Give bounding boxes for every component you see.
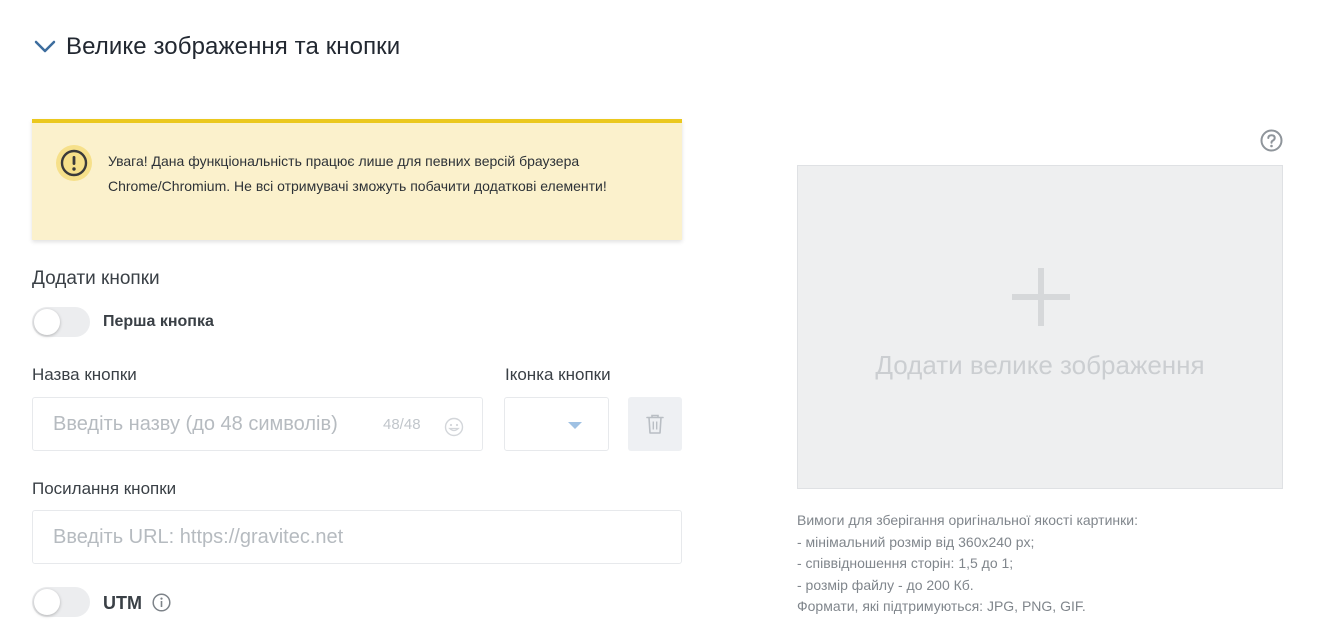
caret-down-icon: [568, 422, 582, 429]
button-name-label: Назва кнопки: [32, 365, 137, 384]
section-header[interactable]: Велике зображення та кнопки: [34, 33, 400, 61]
requirement-line: - співвідношення сторін: 1,5 до 1;: [797, 555, 1014, 571]
requirement-line: - розмір файлу - до 200 Кб.: [797, 576, 974, 593]
requirement-line: Вимоги для зберігання оригінальної якост…: [797, 512, 1138, 528]
utm-toggle-label: UTM: [103, 593, 142, 613]
requirement-line: Формати, які підтримуються: JPG, PNG, GI…: [797, 598, 1086, 614]
toggle-knob: [34, 309, 60, 335]
info-icon[interactable]: [152, 593, 171, 612]
delete-button[interactable]: [628, 397, 682, 451]
image-upload-dropzone[interactable]: Додати велике зображення: [797, 165, 1283, 489]
warning-banner: Увага! Дана функціональність працює лише…: [32, 119, 682, 240]
trash-icon: [646, 414, 664, 434]
requirement-line: - мінімальний розмір від 360х240 px;: [797, 533, 1035, 550]
plus-icon: [1012, 268, 1070, 326]
first-button-toggle[interactable]: [32, 307, 90, 337]
image-upload-label: Додати велике зображення: [875, 350, 1205, 380]
toggle-knob: [34, 589, 60, 615]
chevron-down-icon: [34, 40, 56, 53]
name-char-counter: 48/48: [383, 416, 421, 433]
emoji-icon[interactable]: [444, 417, 464, 437]
button-url-label: Посилання кнопки: [32, 479, 177, 498]
add-buttons-title: Додати кнопки: [32, 268, 160, 289]
first-button-toggle-label: Перша кнопка: [103, 313, 214, 330]
utm-toggle[interactable]: [32, 587, 90, 617]
warning-text: Увага! Дана функціональність працює лише…: [108, 153, 607, 194]
question-circle-icon[interactable]: [1260, 129, 1283, 152]
button-url-input[interactable]: [32, 510, 682, 564]
exclamation-circle-icon: [56, 145, 92, 181]
button-icon-label: Іконка кнопки: [505, 365, 611, 384]
button-icon-select[interactable]: [504, 397, 609, 451]
image-requirements: Вимоги для зберігання оригінальної якост…: [797, 510, 1317, 618]
section-title: Велике зображення та кнопки: [66, 33, 401, 60]
